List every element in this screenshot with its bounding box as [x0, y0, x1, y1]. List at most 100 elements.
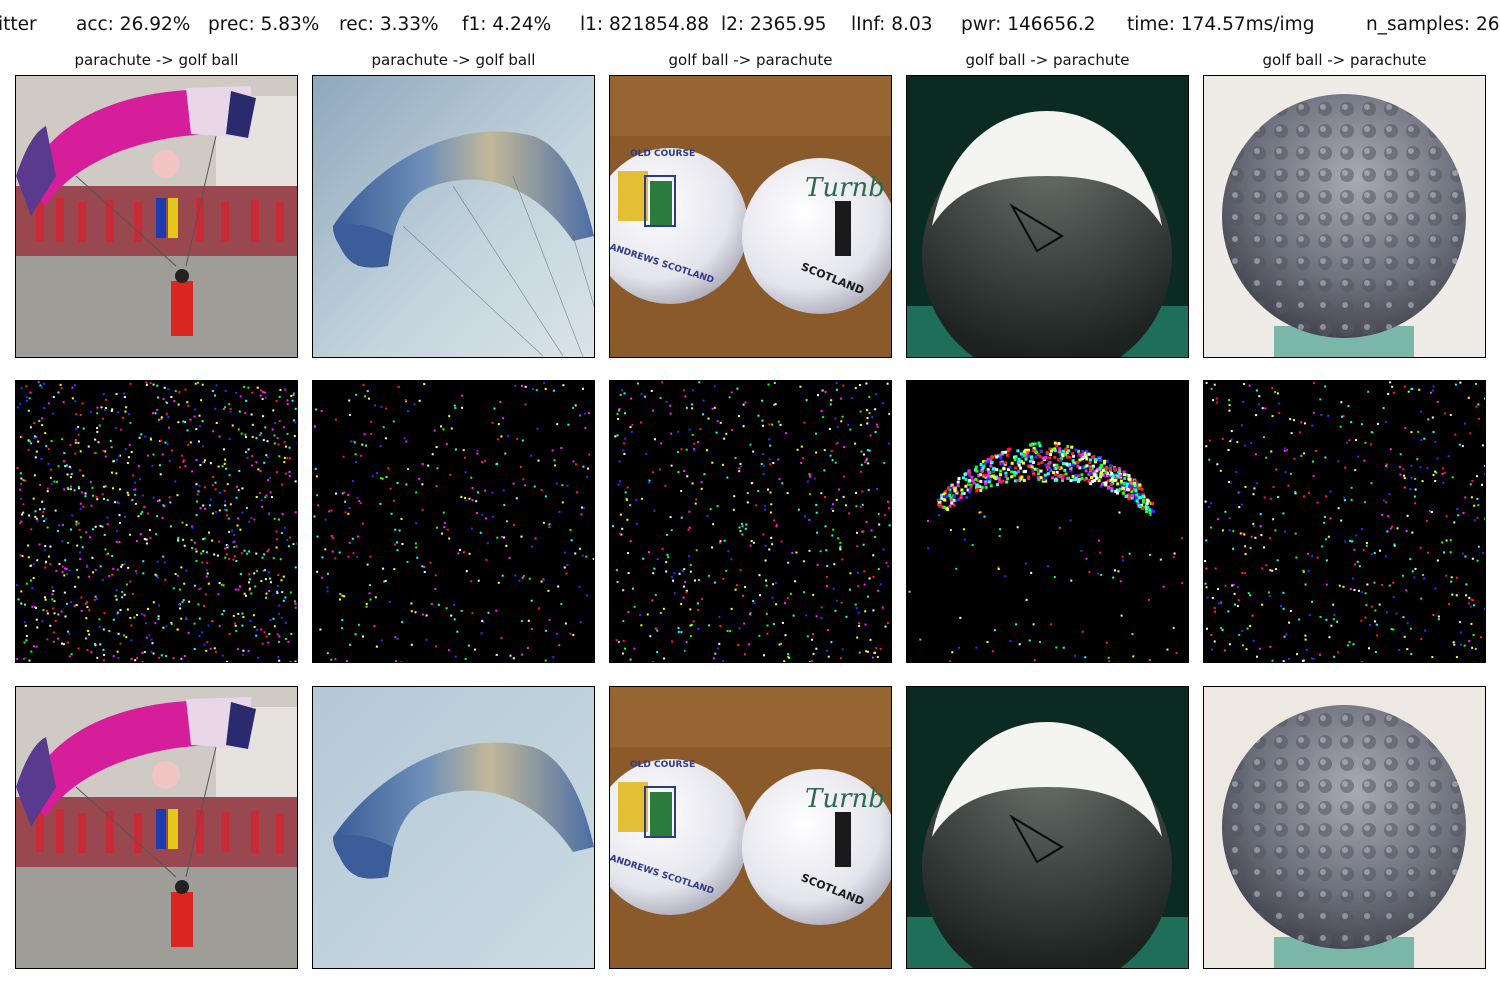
noise-speck: [671, 576, 673, 579]
noise-speck: [738, 467, 741, 470]
noise-speck: [1360, 619, 1363, 622]
noise-speck: [1363, 501, 1366, 504]
noise-speck: [235, 560, 238, 562]
noise-speck: [1324, 456, 1327, 459]
noise-speck: [315, 475, 318, 478]
noise-speck: [161, 516, 164, 519]
noise-speck: [1380, 583, 1383, 586]
noise-speck: [999, 480, 1003, 484]
noise-speck: [771, 543, 774, 546]
noise-speck: [17, 598, 20, 601]
noise-speck: [348, 507, 351, 509]
noise-speck: [540, 489, 543, 492]
noise-speck: [808, 493, 811, 496]
noise-speck: [861, 490, 864, 493]
noise-speck: [145, 636, 148, 639]
noise-speck: [161, 453, 164, 456]
noise-speck: [1180, 537, 1183, 540]
noise-speck: [1320, 414, 1323, 416]
noise-speck: [195, 514, 198, 517]
noise-speck: [178, 603, 181, 606]
noise-speck: [769, 511, 772, 514]
noise-speck: [294, 566, 297, 569]
noise-speck: [119, 488, 121, 491]
noise-speck: [560, 447, 563, 449]
noise-speck: [1258, 403, 1261, 406]
noise-speck: [816, 531, 819, 534]
noise-speck: [955, 567, 958, 570]
noise-speck: [1406, 514, 1409, 517]
noise-speck: [60, 610, 63, 613]
noise-speck: [662, 607, 665, 610]
noise-speck: [62, 401, 65, 404]
noise-speck: [1119, 474, 1123, 478]
noise-speck: [1304, 634, 1307, 637]
noise-speck: [252, 614, 255, 617]
noise-speck: [990, 460, 994, 464]
noise-speck: [856, 571, 859, 574]
caption-col-4: golf ball -> parachute: [965, 51, 1130, 69]
noise-speck: [47, 402, 50, 405]
noise-speck: [196, 493, 199, 496]
noise-speck: [1458, 621, 1461, 624]
noise-speck: [1403, 385, 1406, 388]
noise-speck: [258, 492, 261, 494]
noise-speck: [126, 462, 129, 464]
noise-speck: [1128, 552, 1131, 555]
noise-speck: [326, 572, 329, 575]
noise-speck: [256, 386, 259, 389]
noise-speck: [280, 616, 283, 619]
noise-speck: [1010, 470, 1014, 474]
noise-speck: [524, 385, 527, 388]
noise-speck: [123, 593, 126, 596]
noise-speck: [51, 598, 54, 601]
noise-speck: [101, 525, 104, 528]
noise-speck: [32, 497, 35, 500]
noise-speck: [261, 505, 263, 508]
noise-speck: [269, 577, 271, 580]
noise-speck: [61, 438, 64, 441]
noise-speck: [84, 495, 87, 498]
noise-speck: [261, 556, 264, 559]
noise-speck: [222, 609, 225, 612]
noise-speck: [186, 429, 189, 432]
noise-speck: [645, 452, 648, 455]
noise-speck: [343, 595, 346, 598]
noise-speck: [778, 478, 781, 481]
noise-speck: [39, 384, 42, 387]
noise-speck: [130, 658, 133, 661]
noise-speck: [1423, 437, 1426, 440]
noise-speck: [1277, 392, 1279, 395]
noise-speck: [464, 499, 467, 502]
noise-speck: [115, 598, 118, 601]
noise-speck: [1471, 479, 1474, 482]
noise-speck: [1039, 476, 1043, 480]
noise-speck: [50, 468, 53, 471]
noise-speck: [127, 413, 130, 416]
noise-speck: [959, 616, 962, 619]
noise-speck: [965, 495, 969, 499]
noise-speck: [195, 483, 198, 486]
noise-speck: [121, 590, 124, 593]
noise-speck: [999, 473, 1002, 477]
noise-speck: [1348, 641, 1351, 643]
noise-speck: [1370, 553, 1373, 556]
noise-speck: [1047, 565, 1049, 568]
noise-speck: [43, 507, 46, 510]
noise-speck: [1013, 470, 1016, 474]
noise-speck: [102, 393, 105, 396]
noise-speck: [435, 446, 438, 449]
noise-speck: [847, 424, 850, 426]
noise-speck: [183, 655, 186, 657]
noise-speck: [223, 448, 225, 451]
noise-speck: [475, 500, 478, 503]
noise-speck: [537, 607, 540, 610]
noise-speck: [865, 459, 868, 462]
noise-speck: [835, 599, 838, 602]
noise-speck: [19, 472, 22, 475]
noise-speck: [187, 631, 190, 634]
noise-speck: [118, 514, 121, 517]
noise-speck: [238, 410, 241, 413]
noise-speck: [1402, 468, 1405, 471]
noise-speck: [178, 391, 181, 394]
